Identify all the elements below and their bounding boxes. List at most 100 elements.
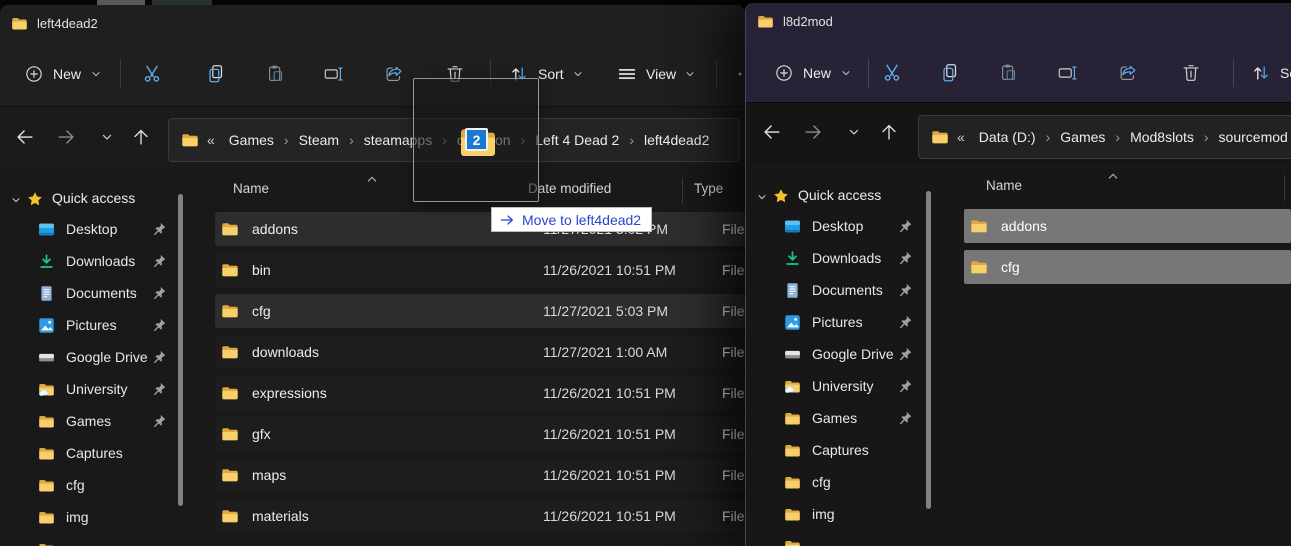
breadcrumb-item[interactable]: sourcemod [1213,129,1291,145]
pin-icon [898,315,912,329]
sort-button[interactable]: Sort [1242,55,1291,91]
sidebar-item[interactable]: University [0,373,176,405]
window-body: Quick access Desktop Downloads [746,163,1291,546]
column-header-type[interactable]: Type [694,181,723,196]
sidebar-item[interactable]: Documents [0,277,176,309]
sidebar-item[interactable]: Captures [746,434,922,466]
column-headers: Name [956,167,1291,207]
cut-button[interactable] [132,56,172,92]
column-header-name[interactable]: Name [986,178,1022,193]
sidebar-item[interactable]: Games [746,402,922,434]
breadcrumb-separator [1111,129,1124,145]
file-row[interactable]: bin 11/26/2021 10:51 PM File folder [215,253,745,287]
rename-icon [323,63,345,85]
rename-button[interactable] [314,56,354,92]
file-row[interactable]: maps 11/26/2021 10:51 PM File folder [215,458,745,492]
address-row: « Games Steam steamapps common Left [0,106,745,166]
sidebar-item[interactable]: Google Drive [746,338,922,370]
cut-button[interactable] [872,55,912,91]
breadcrumb-item[interactable]: Left 4 Dead 2 [529,132,625,148]
paste-button[interactable] [989,55,1029,91]
address-bar[interactable]: « Data (D:) Games Mod8slots sourcemod [918,115,1291,159]
folder-icon [970,217,988,235]
back-arrow-icon [761,121,783,143]
forward-button[interactable] [51,122,81,152]
file-row[interactable]: addons 11/27/2021 3:02 PM File folder [215,212,745,246]
file-row[interactable]: cfg [964,250,1291,284]
back-button[interactable] [10,122,40,152]
sidebar-item[interactable]: cfg [746,466,922,498]
breadcrumb-item[interactable]: Steam [293,132,345,148]
sidebar-item-label: Games [66,413,111,429]
column-header-date[interactable]: Date modified [528,181,611,196]
breadcrumb-separator [1042,129,1055,145]
titlebar[interactable]: l8d2mod [746,3,1291,40]
breadcrumb-item[interactable]: left4dead2 [638,132,715,148]
delete-button[interactable] [1171,55,1211,91]
recent-locations-button[interactable] [839,117,869,147]
breadcrumb-separator [280,132,293,148]
view-button[interactable]: View [608,56,704,92]
sidebar-item[interactable]: Desktop [746,210,922,242]
new-button[interactable]: New [764,55,862,91]
sidebar-item[interactable]: Captures [0,437,176,469]
sidebar-item[interactable]: Games [0,405,176,437]
file-row[interactable]: downloads 11/27/2021 1:00 AM File folder [215,335,745,369]
breadcrumb-item[interactable]: Data (D:) [973,129,1042,145]
titlebar[interactable]: left4dead2 [0,5,745,41]
sidebar-quick-access[interactable]: Quick access [746,184,936,210]
breadcrumb-item[interactable]: Games [223,132,280,148]
sidebar-item-icon [784,282,801,299]
recent-locations-button[interactable] [92,122,122,152]
more-button[interactable] [720,56,745,92]
breadcrumb-overflow[interactable]: « [207,132,215,148]
sidebar-item[interactable]: Downloads [746,242,922,274]
file-row[interactable]: addons [964,209,1291,243]
back-button[interactable] [757,117,787,147]
sidebar-item-icon [38,413,55,430]
sidebar-item-icon [38,541,55,546]
sidebar-item[interactable]: Desktop [0,213,176,245]
pin-icon [152,350,166,364]
file-row[interactable]: expressions 11/26/2021 10:51 PM File fol… [215,376,745,410]
breadcrumb-item[interactable]: Mod8slots [1124,129,1200,145]
up-button[interactable] [126,122,156,152]
column-divider[interactable] [1284,175,1285,201]
sidebar-item[interactable]: University [746,370,922,402]
sidebar-item[interactable] [746,530,922,546]
column-header-name[interactable]: Name [233,181,269,196]
share-button[interactable] [1108,55,1148,91]
breadcrumb-item[interactable]: Games [1054,129,1111,145]
paste-button[interactable] [256,56,296,92]
new-button[interactable]: New [14,56,112,92]
sidebar-scrollbar[interactable] [926,191,931,509]
copy-button[interactable] [196,56,236,92]
sidebar-item[interactable]: Downloads [0,245,176,277]
share-button[interactable] [374,56,414,92]
column-divider[interactable] [682,178,683,204]
copy-button[interactable] [930,55,970,91]
sidebar-item[interactable]: Google Drive [0,341,176,373]
sidebar-item[interactable]: Pictures [746,306,922,338]
sidebar-item[interactable]: img [0,501,176,533]
command-bar: New Sort [746,40,1291,102]
file-row[interactable]: materials 11/26/2021 10:51 PM File folde… [215,499,745,533]
sidebar-item[interactable] [0,533,176,546]
up-button[interactable] [874,117,904,147]
sidebar-item[interactable]: img [746,498,922,530]
sidebar-item[interactable]: Documents [746,274,922,306]
sidebar-item[interactable]: Pictures [0,309,176,341]
sidebar-quick-access[interactable]: Quick access [0,187,190,213]
forward-button[interactable] [798,117,828,147]
sidebar-scrollbar[interactable] [178,194,183,506]
scissors-icon [141,63,163,85]
sidebar-item-label: Downloads [66,253,135,269]
sidebar-item[interactable]: cfg [0,469,176,501]
sidebar-item-icon [38,349,55,366]
file-row[interactable]: cfg 11/27/2021 5:03 PM File folder [215,294,745,328]
rename-button[interactable] [1048,55,1088,91]
breadcrumb-overflow[interactable]: « [957,129,965,145]
chevron-down-icon [756,191,768,203]
new-button-label: New [803,65,831,81]
file-row[interactable]: gfx 11/26/2021 10:51 PM File folder [215,417,745,451]
